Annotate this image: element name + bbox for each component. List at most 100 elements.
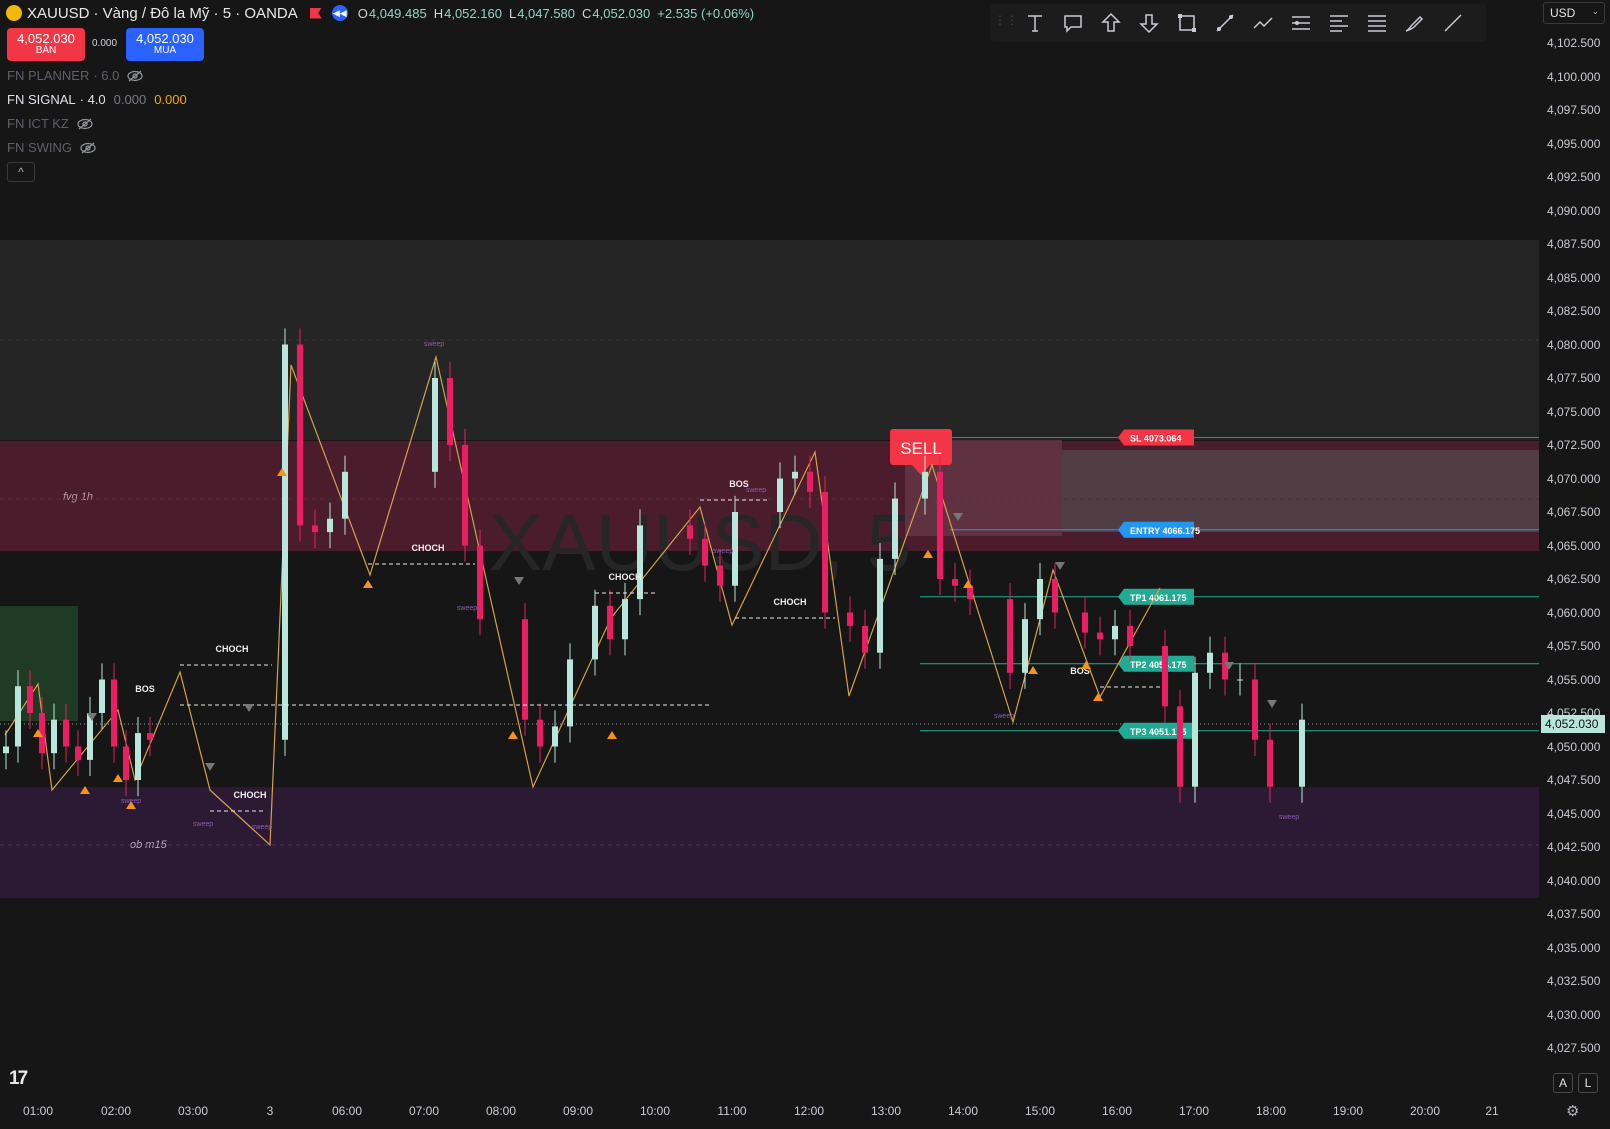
sweep-label: sweep bbox=[713, 548, 733, 555]
buy-label: MUA bbox=[153, 45, 177, 57]
indicator-output-1: 0.000 bbox=[113, 92, 147, 107]
buy-price: 4,052.030 bbox=[136, 31, 194, 47]
time-tick: 19:00 bbox=[1332, 1104, 1364, 1118]
indicator-name: FN PLANNER bbox=[7, 68, 90, 83]
indicator-fn-ict-kz[interactable]: FN ICT KZ bbox=[7, 116, 93, 131]
time-tick: 14:00 bbox=[947, 1104, 979, 1118]
time-tick: 02:00 bbox=[100, 1104, 132, 1118]
price-tick: 4,075.000 bbox=[1547, 404, 1601, 419]
price-tick: 4,062.500 bbox=[1547, 572, 1601, 586]
price-tick: 4,032.500 bbox=[1547, 974, 1601, 988]
symbol-name[interactable]: XAUUSD bbox=[27, 5, 90, 22]
svg-text:SL 4073.064: SL 4073.064 bbox=[1130, 433, 1181, 443]
ob-m15-zone bbox=[0, 787, 1539, 898]
svg-text:TP2 4056.175: TP2 4056.175 bbox=[1130, 660, 1187, 670]
sell-label: BÁN bbox=[35, 45, 57, 57]
sweep-label: sweep bbox=[994, 713, 1014, 720]
chevron-down-icon: ⌄ bbox=[1591, 6, 1599, 16]
eye-hidden-icon[interactable] bbox=[127, 70, 143, 82]
auto-scale-button[interactable]: A bbox=[1553, 1073, 1573, 1093]
drawing-toolbar: ⋮⋮ bbox=[990, 4, 1486, 42]
indicator-output-2: 0.000 bbox=[154, 92, 187, 107]
structure-label: CHOCH bbox=[234, 790, 267, 800]
indicator-fn-signal[interactable]: FN SIGNAL · 4.0 0.000 0.000 bbox=[7, 92, 187, 107]
sweep-label: sweep bbox=[424, 341, 444, 348]
tradingview-logo[interactable]: 17 bbox=[9, 1068, 28, 1090]
price-tick: 4,035.000 bbox=[1547, 940, 1601, 955]
candle bbox=[937, 455, 943, 596]
fvg-zone-label: fvg 1h bbox=[63, 491, 93, 503]
arrow-up-icon[interactable] bbox=[1092, 4, 1130, 42]
price-tick: 4,082.500 bbox=[1547, 304, 1601, 318]
eye-hidden-icon[interactable] bbox=[80, 142, 96, 154]
candle bbox=[877, 542, 883, 669]
text-icon[interactable] bbox=[1016, 4, 1054, 42]
price-tick: 4,060.000 bbox=[1547, 605, 1601, 620]
drag-handle-icon[interactable]: ⋮⋮ bbox=[994, 13, 1018, 33]
time-tick: 09:00 bbox=[562, 1104, 594, 1118]
svg-text:ENTRY 4066.175: ENTRY 4066.175 bbox=[1130, 526, 1200, 536]
time-tick: 17:00 bbox=[1178, 1104, 1210, 1118]
collapse-indicators-button[interactable]: ^ bbox=[7, 162, 35, 182]
symbol-description[interactable]: · Vàng / Đô la Mỹ · 5 · OANDA bbox=[94, 5, 298, 22]
ray-icon[interactable] bbox=[1434, 4, 1472, 42]
indicator-name: FN ICT KZ bbox=[7, 116, 69, 131]
callout-icon[interactable] bbox=[1054, 4, 1092, 42]
gear-icon[interactable]: ⚙ bbox=[1566, 1102, 1579, 1120]
price-tick: 4,070.000 bbox=[1547, 471, 1601, 486]
price-tick: 4,065.000 bbox=[1547, 538, 1601, 553]
fib-icon[interactable] bbox=[1282, 4, 1320, 42]
fib-channel-icon[interactable] bbox=[1320, 4, 1358, 42]
time-tick: 07:00 bbox=[408, 1104, 440, 1118]
buy-button[interactable]: 4,052.030 MUA bbox=[126, 28, 204, 61]
candle bbox=[282, 328, 288, 756]
price-tick: 4,027.500 bbox=[1547, 1041, 1601, 1055]
log-scale-button[interactable]: L bbox=[1578, 1073, 1598, 1093]
arrow-down-icon[interactable] bbox=[1130, 4, 1168, 42]
price-tick: 4,100.000 bbox=[1547, 69, 1601, 84]
chart-window: fvg 1h ob m15 XAUUSD, 5 SL 4073.064 ENTRY … bbox=[0, 0, 1610, 1129]
risk-box-extension bbox=[1062, 450, 1539, 532]
sl-line-label: SL 4073.064 bbox=[1118, 429, 1194, 446]
structure-label: CHOCH bbox=[216, 644, 249, 654]
time-tick: 20:00 bbox=[1409, 1104, 1441, 1118]
price-tick: 4,087.500 bbox=[1547, 237, 1601, 251]
trend-line-icon[interactable] bbox=[1206, 4, 1244, 42]
indicator-fn-planner[interactable]: FN PLANNER · 6.0 bbox=[7, 68, 143, 83]
time-tick: 03:00 bbox=[177, 1104, 209, 1118]
currency-selector[interactable]: USD ⌄ bbox=[1543, 2, 1605, 24]
ohlc-low: L4,047.580 bbox=[508, 5, 576, 21]
sweep-label: sweep bbox=[746, 487, 766, 494]
candle bbox=[1192, 656, 1198, 803]
svg-text:SELL: SELL bbox=[900, 439, 942, 458]
structure-label: CHOCH bbox=[412, 543, 445, 553]
price-tick: 4,095.000 bbox=[1547, 136, 1601, 151]
last-price-label: 4,052.030 bbox=[1541, 715, 1605, 733]
sell-button[interactable]: 4,052.030 BÁN bbox=[7, 28, 85, 61]
time-tick: 10:00 bbox=[639, 1104, 671, 1118]
candle bbox=[822, 475, 828, 629]
price-tick: 4,040.000 bbox=[1547, 873, 1601, 888]
eye-hidden-icon[interactable] bbox=[77, 118, 93, 130]
structure-label: CHOCH bbox=[609, 572, 642, 582]
price-tick: 4,102.500 bbox=[1547, 36, 1601, 50]
tp2-line-label: TP2 4056.175 bbox=[1118, 655, 1194, 672]
price-tick: 4,085.000 bbox=[1547, 270, 1601, 285]
parallel-channel-icon[interactable] bbox=[1358, 4, 1396, 42]
sweep-label: sweep bbox=[193, 821, 213, 828]
symbol-logo-icon bbox=[6, 5, 22, 21]
time-tick: 13:00 bbox=[870, 1104, 902, 1118]
time-tick: 12:00 bbox=[793, 1104, 825, 1118]
indicator-fn-swing[interactable]: FN SWING bbox=[7, 140, 96, 155]
replay-icon[interactable]: ◀◀ bbox=[331, 5, 348, 21]
svg-text:TP1 4061.175: TP1 4061.175 bbox=[1130, 593, 1187, 603]
brush-icon[interactable] bbox=[1396, 4, 1434, 42]
ohlc-close: C4,052.030 bbox=[582, 5, 651, 21]
price-tick: 4,067.500 bbox=[1547, 505, 1601, 519]
path-icon[interactable] bbox=[1244, 4, 1282, 42]
time-tick: 18:00 bbox=[1255, 1104, 1287, 1118]
ohlc-change: +2.535 (+0.06%) bbox=[657, 5, 755, 21]
rectangle-icon[interactable] bbox=[1168, 4, 1206, 42]
chart-canvas[interactable]: fvg 1hob m15 XAUUSD, 5 SL 4073.064ENTRY … bbox=[0, 0, 1539, 1129]
price-tick: 4,077.500 bbox=[1547, 371, 1601, 385]
